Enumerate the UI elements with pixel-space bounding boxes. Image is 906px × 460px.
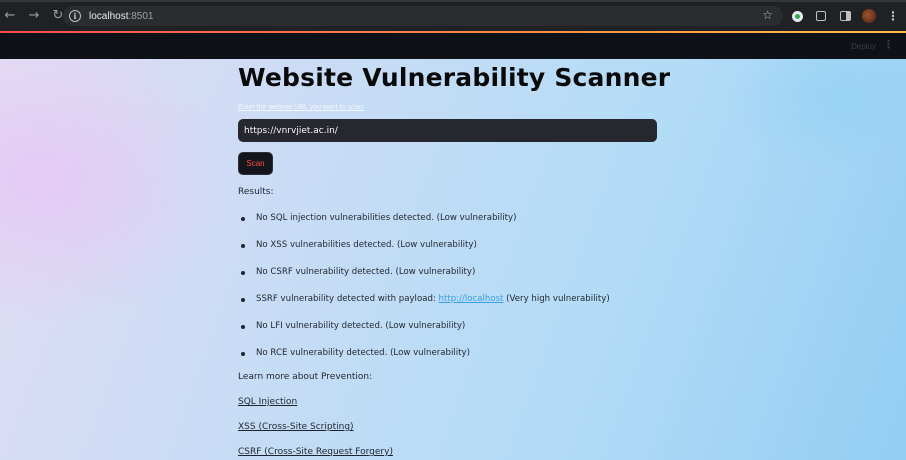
bullet bbox=[241, 244, 245, 248]
scan-button[interactable]: Scan bbox=[238, 152, 273, 175]
forward-icon[interactable]: → bbox=[24, 6, 44, 26]
payload-link[interactable]: http://localhost bbox=[439, 294, 504, 304]
url-input-label: Enter the website URL you want to scan: bbox=[238, 104, 365, 111]
url-port: :8501 bbox=[128, 10, 154, 22]
browser-toolbar: ← → ↻ i localhost:8501 ☆ ⋮ bbox=[0, 0, 906, 31]
side-panel-icon[interactable] bbox=[838, 9, 852, 23]
profile-avatar[interactable] bbox=[862, 9, 876, 23]
url-host: localhost bbox=[89, 10, 129, 22]
app-menu-icon[interactable]: ⋮ bbox=[883, 38, 894, 51]
url-input[interactable] bbox=[238, 119, 657, 142]
result-text: No XSS vulnerabilities detected. (Low vu… bbox=[256, 240, 477, 250]
prevention-link-sql[interactable]: SQL Injection bbox=[238, 397, 297, 407]
site-info-icon[interactable]: i bbox=[69, 10, 81, 22]
result-text: No RCE vulnerability detected. (Low vuln… bbox=[256, 348, 470, 358]
bookmark-star-icon[interactable]: ☆ bbox=[762, 8, 773, 22]
prevention-label: Learn more about Prevention: bbox=[238, 372, 373, 382]
prevention-link-xss[interactable]: XSS (Cross-Site Scripting) bbox=[238, 422, 354, 432]
bullet bbox=[241, 325, 245, 329]
results-label: Results: bbox=[238, 187, 274, 197]
browser-menu-icon[interactable]: ⋮ bbox=[886, 9, 900, 23]
result-text-after: (Very high vulnerability) bbox=[503, 294, 610, 304]
extension-icon[interactable] bbox=[790, 9, 804, 23]
tab-strip-edge bbox=[0, 0, 906, 2]
result-text: No SQL injection vulnerabilities detecte… bbox=[256, 213, 517, 223]
result-text: No LFI vulnerability detected. (Low vuln… bbox=[256, 321, 466, 331]
page-title: Website Vulnerability Scanner bbox=[238, 63, 671, 92]
bullet bbox=[241, 217, 245, 221]
bullet bbox=[241, 298, 245, 302]
address-bar[interactable]: i localhost:8501 ☆ bbox=[63, 6, 783, 26]
result-text: SSRF vulnerability detected with payload… bbox=[256, 294, 610, 304]
extensions-puzzle-icon[interactable] bbox=[814, 9, 828, 23]
result-text: No CSRF vulnerability detected. (Low vul… bbox=[256, 267, 476, 277]
deploy-button[interactable]: Deploy bbox=[851, 42, 876, 51]
prevention-link-csrf[interactable]: CSRF (Cross-Site Request Forgery) bbox=[238, 447, 393, 457]
bullet bbox=[241, 352, 245, 356]
result-text-before: SSRF vulnerability detected with payload… bbox=[256, 294, 439, 304]
app-header: Deploy ⋮ bbox=[0, 31, 906, 59]
address-url[interactable]: localhost:8501 bbox=[89, 11, 154, 22]
bullet bbox=[241, 271, 245, 275]
toolbar-actions: ⋮ bbox=[790, 6, 900, 26]
back-icon[interactable]: ← bbox=[0, 6, 20, 26]
app-body: Website Vulnerability Scanner Enter the … bbox=[0, 59, 906, 460]
